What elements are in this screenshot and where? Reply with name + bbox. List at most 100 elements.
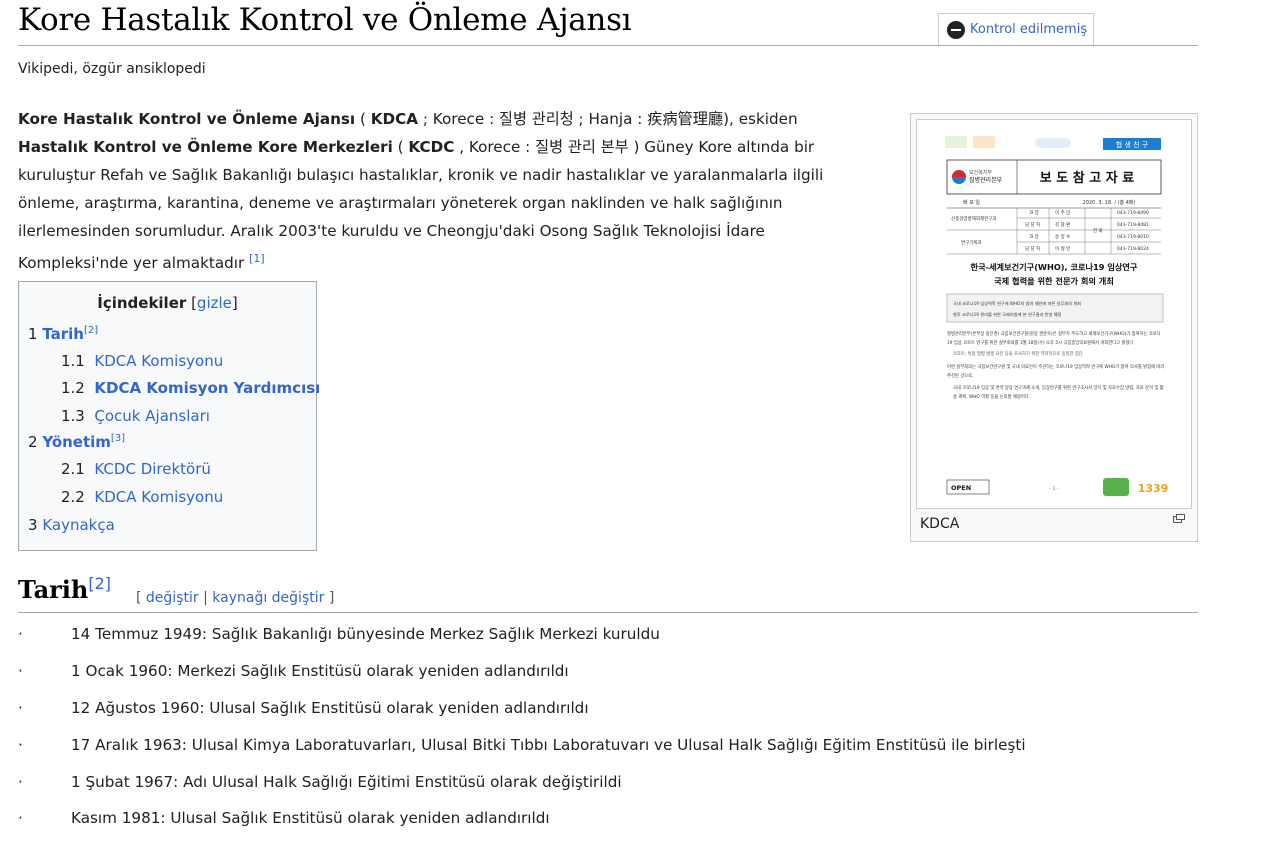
toc-number: 3 bbox=[28, 516, 38, 534]
toc-ref[interactable]: [3] bbox=[111, 433, 125, 444]
toc-item-kdca-komisyonu[interactable]: 1.1 KDCA Komisyonu bbox=[61, 352, 223, 370]
agency-name: 질병관리본부 bbox=[969, 176, 1003, 184]
history-entry: 1 Şubat 1967: Adı Ulusal Halk Sağlığı Eğ… bbox=[71, 773, 622, 791]
korean-former-name: 질병 관리 본부 bbox=[535, 138, 629, 156]
list-item: · 12 Ağustos 1960: Ulusal Sağlık Enstitüs… bbox=[18, 699, 589, 717]
phone: 043-719-8010 bbox=[1117, 234, 1149, 240]
toc-item-tarih[interactable]: 1 Tarih[2] bbox=[28, 325, 98, 343]
doc-body-4: 국내 코로나19 임상 및 면역 양상 연구과제 소개, 임상연구를 위한 연구… bbox=[953, 386, 1164, 400]
bracket: [ bbox=[136, 590, 146, 606]
bullet: · bbox=[18, 662, 23, 680]
role: 과 장 bbox=[1029, 209, 1039, 216]
summary-2: 향후 코로나19 관리를 위한 국제지침에 본 연구결과 반영 예정 bbox=[953, 311, 1062, 318]
toc-number: 1.2 bbox=[61, 379, 85, 397]
history-entry: 12 Ağustos 1960: Ulusal Sağlık Enstitüsü… bbox=[71, 699, 589, 717]
review-status-label[interactable]: Kontrol edilmemiş bbox=[970, 22, 1087, 37]
toc-number: 1.3 bbox=[61, 407, 85, 425]
reference-link[interactable]: [1] bbox=[249, 252, 265, 265]
contact-name: 김 광 환 bbox=[1055, 221, 1070, 228]
bullet: · bbox=[18, 736, 23, 754]
toc-item-kdca-komisyonu-2[interactable]: 2.2 KDCA Komisyonu bbox=[61, 488, 223, 506]
campaign-logo bbox=[973, 136, 995, 148]
list-item: · 1 Şubat 1967: Adı Ulusal Halk Sağlığı E… bbox=[18, 773, 622, 791]
hanja-name: 疾病管理廳 bbox=[647, 110, 724, 128]
role: 담 당 자 bbox=[1025, 221, 1041, 228]
role: 과 장 bbox=[1029, 233, 1039, 240]
intro-text: ; Hanja : bbox=[573, 110, 648, 128]
summary-1: 국내 코로나19 임상역학 연구에 WHO의 참여 제안에 따른 실무회의 개최 bbox=[953, 300, 1081, 307]
bullet: · bbox=[18, 809, 23, 827]
toc-item-kdca-komisyon-yardimcisi[interactable]: 1.2 KDCA Komisyon Yardımcısı bbox=[61, 379, 320, 397]
role: 담 당 자 bbox=[1025, 245, 1041, 252]
edit-link[interactable]: değiştir bbox=[146, 590, 199, 606]
doc-headline-1: 한국-세계보건기구(WHO), 코로나19 임상연구 bbox=[971, 262, 1138, 272]
date-label: 배 포 일 bbox=[963, 199, 980, 206]
section-heading-tarih: Tarih[2] bbox=[18, 574, 111, 604]
list-item: · 17 Aralık 1963: Ulusal Kimya Laboratuva… bbox=[18, 736, 1026, 754]
toc-link[interactable]: KDCA Komisyon Yardımcısı bbox=[94, 379, 320, 397]
page-number: - 1 - bbox=[1049, 486, 1059, 492]
toc-link[interactable]: Çocuk Ajansları bbox=[94, 407, 210, 425]
intro-paragraph: Kore Hastalık Kontrol ve Önleme Ajansı (… bbox=[18, 105, 868, 277]
toc-link[interactable]: Yönetim bbox=[42, 433, 111, 451]
toc-link[interactable]: KDCA Komisyonu bbox=[94, 352, 223, 370]
toc-item-yonetim[interactable]: 2 Yönetim[3] bbox=[28, 433, 125, 451]
list-item: · 1 Ocak 1960: Merkezi Sağlık Enstitüsü o… bbox=[18, 662, 569, 680]
doc-body-3: 이번 실무회의는 국립보건연구원 및 국내 의료진이 주관하는 코로나19 임상… bbox=[947, 365, 1165, 379]
toc-link[interactable]: Tarih bbox=[42, 325, 84, 343]
intro-text: ( bbox=[392, 138, 409, 156]
doc-heading: 보 도 참 고 자 료 bbox=[1040, 170, 1134, 186]
site-tagline: Vikipedi, özgür ansiklopedi bbox=[18, 61, 206, 77]
title-divider bbox=[18, 45, 1198, 46]
separator: | bbox=[198, 590, 213, 606]
campaign-logo bbox=[945, 136, 967, 148]
toc-link[interactable]: KDCA Komisyonu bbox=[94, 488, 223, 506]
toc-bracket: ] bbox=[231, 294, 238, 312]
list-item: · Kasım 1981: Ulusal Sağlık Enstitüsü ola… bbox=[18, 809, 550, 827]
dept-1: 신종감염병해외제한구과 bbox=[951, 215, 997, 222]
thumbnail-caption: KDCA bbox=[920, 516, 960, 532]
press-release-image[interactable]: 협 생 친 구 보건복지부 질병관리본부 보 도 참 고 자 료 배 포 일 2… bbox=[916, 119, 1192, 509]
summary-box bbox=[946, 293, 1164, 323]
dept-2: 연구기획과 bbox=[961, 239, 982, 246]
page-title: Kore Hastalık Kontrol ve Önleme Ajansı bbox=[18, 2, 632, 38]
phone: 043-719-8024 bbox=[1117, 246, 1149, 252]
korean-name: 질병 관리청 bbox=[499, 110, 574, 128]
enlarge-icon[interactable] bbox=[1173, 514, 1185, 523]
review-status-flag[interactable]: Kontrol edilmemiş bbox=[938, 13, 1095, 45]
toc-item-kaynakca[interactable]: 3 Kaynakça bbox=[28, 516, 115, 534]
toc-item-cocuk-ajanslari[interactable]: 1.3 Çocuk Ajansları bbox=[61, 407, 210, 425]
toc-item-kcdc-direktoru[interactable]: 2.1 KCDC Direktörü bbox=[61, 460, 211, 478]
edit-source-link[interactable]: kaynağı değiştir bbox=[212, 590, 324, 606]
contact-name: 이 형 빈 bbox=[1055, 245, 1070, 252]
list-item: · 14 Temmuz 1949: Sağlık Bakanlığı bünyes… bbox=[18, 625, 660, 643]
toc-number: 2.1 bbox=[61, 460, 85, 478]
section-reference-link[interactable]: [2] bbox=[88, 574, 111, 593]
history-entry: 1 Ocak 1960: Merkezi Sağlık Enstitüsü ol… bbox=[71, 662, 569, 680]
bullet: · bbox=[18, 625, 23, 643]
history-entry: 17 Aralık 1963: Ulusal Kimya Laboratuvar… bbox=[71, 736, 1026, 754]
doc-tag: 협 생 친 구 bbox=[1116, 140, 1149, 149]
agency-small: 보건복지부 bbox=[969, 169, 992, 176]
doc-body-1: 질병관리본부(본부장 정은경) 국립보건연구원(원장 권준욱)은 정부가 주도하… bbox=[947, 332, 1161, 346]
table-of-contents: İçindekiler [gizle] 1 Tarih[2] 1.1 KDCA … bbox=[18, 281, 320, 551]
press-release-document: 협 생 친 구 보건복지부 질병관리본부 보 도 참 고 자 료 배 포 일 2… bbox=[945, 136, 1168, 496]
campaign-badge bbox=[1103, 478, 1129, 496]
phone: 043-719-8490 bbox=[1117, 210, 1149, 216]
section-divider bbox=[18, 612, 1198, 613]
bullet: · bbox=[18, 773, 23, 791]
abbr-kcdc: KCDC bbox=[408, 138, 455, 156]
toc-link[interactable]: Kaynakça bbox=[42, 516, 114, 534]
history-entry: Kasım 1981: Ulusal Sağlık Enstitüsü olar… bbox=[71, 809, 550, 827]
bracket: ] bbox=[324, 590, 335, 606]
toc-hide-toggle[interactable]: gizle bbox=[197, 294, 232, 312]
infobox-thumbnail: 협 생 친 구 보건복지부 질병관리본부 보 도 참 고 자 료 배 포 일 2… bbox=[910, 113, 1198, 542]
toc-ref[interactable]: [2] bbox=[84, 325, 98, 336]
toc-link[interactable]: KCDC Direktörü bbox=[94, 460, 210, 478]
intro-text: ), eskiden bbox=[723, 110, 798, 128]
toc-number: 2 bbox=[28, 433, 38, 451]
toc-number: 1.1 bbox=[61, 352, 85, 370]
intro-text: ; Korece : bbox=[418, 110, 500, 128]
contact-name: 이 주 민 bbox=[1055, 209, 1070, 216]
history-entry: 14 Temmuz 1949: Sağlık Bakanlığı bünyesi… bbox=[71, 625, 660, 643]
